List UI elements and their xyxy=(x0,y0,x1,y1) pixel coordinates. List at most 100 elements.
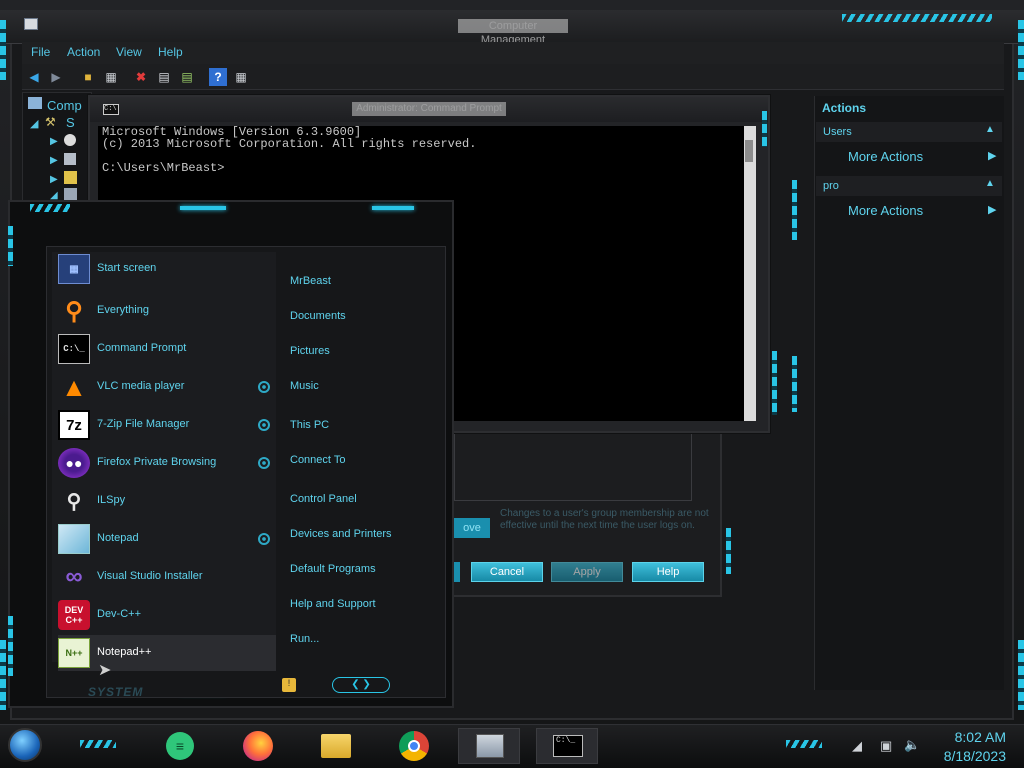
dialog-edge-light xyxy=(726,528,731,574)
start-orb-icon[interactable] xyxy=(8,728,42,762)
event-viewer-icon xyxy=(64,153,76,165)
submenu-arrow-icon[interactable] xyxy=(258,457,270,469)
place-control-panel[interactable]: Control Panel xyxy=(290,493,357,505)
place-connect-to[interactable]: Connect To xyxy=(290,454,345,466)
more-actions-link[interactable]: More Actions xyxy=(848,203,923,218)
network-icon[interactable]: ▣ xyxy=(880,738,892,754)
cmd-edge-light xyxy=(762,111,767,147)
program-label: Notepad xyxy=(97,532,139,544)
submenu-arrow-icon[interactable]: ▶ xyxy=(988,149,996,162)
program-notepadpp[interactable]: N++ Notepad++ xyxy=(58,635,276,671)
cancel-button[interactable]: Cancel xyxy=(471,562,543,582)
program-command-prompt[interactable]: C:\_ Command Prompt xyxy=(58,331,276,367)
program-devcpp[interactable]: DEV C++ Dev-C++ xyxy=(58,597,276,633)
program-firefox-private[interactable]: ●● Firefox Private Browsing xyxy=(58,445,276,481)
shutdown-options-button[interactable]: ❮ ❯ xyxy=(332,677,390,693)
submenu-arrow-icon[interactable] xyxy=(258,533,270,545)
clock-date[interactable]: 8/18/2023 xyxy=(944,748,1006,764)
system-label: SYSTEM xyxy=(88,685,144,699)
place-default-programs[interactable]: Default Programs xyxy=(290,563,376,575)
help-icon[interactable]: ? xyxy=(209,68,227,86)
help-button[interactable]: Help xyxy=(632,562,704,582)
vlc-cone-icon: ▲ xyxy=(61,371,87,402)
volume-icon[interactable]: 🔈 xyxy=(904,737,920,753)
green-notes-icon[interactable]: ≡ xyxy=(163,729,197,763)
program-label: VLC media player xyxy=(97,380,185,392)
export-list-icon[interactable]: ▤ xyxy=(178,68,196,86)
actions-section-title: pro xyxy=(823,180,839,192)
more-actions-link[interactable]: More Actions xyxy=(848,149,923,164)
expand-arrow-icon[interactable]: ▶ xyxy=(50,136,58,147)
back-arrow-icon[interactable]: ◀ xyxy=(25,68,43,86)
shared-folders-icon xyxy=(64,171,77,184)
collapse-up-icon[interactable]: ▲ xyxy=(985,124,995,135)
taskbar-decoration xyxy=(80,740,116,748)
tree-child-label[interactable]: S xyxy=(66,115,75,130)
expand-arrow-icon[interactable]: ▶ xyxy=(50,174,58,185)
actions-section-title: Users xyxy=(823,126,852,138)
file-explorer-icon[interactable] xyxy=(319,729,353,763)
menu-help[interactable]: Help xyxy=(158,45,183,59)
cmd-taskbar-icon[interactable]: C:\_ xyxy=(551,729,585,763)
forward-arrow-icon[interactable]: ▶ xyxy=(47,68,65,86)
collapse-up-icon[interactable]: ▲ xyxy=(985,178,995,189)
program-label: Visual Studio Installer xyxy=(97,570,203,582)
console-tree-icon[interactable]: ▦ xyxy=(102,68,120,86)
program-vlc[interactable]: ▲ VLC media player xyxy=(58,369,276,405)
task-scheduler-icon xyxy=(64,134,76,146)
expand-arrow-icon[interactable]: ▶ xyxy=(50,155,58,166)
place-music[interactable]: Music xyxy=(290,380,319,392)
delete-icon[interactable]: ✖ xyxy=(132,68,150,86)
program-notepad[interactable]: Notepad xyxy=(58,521,276,557)
console-line: (c) 2013 Microsoft Corporation. All righ… xyxy=(102,137,477,151)
place-run[interactable]: Run... xyxy=(290,633,319,645)
program-ilspy[interactable]: ⚲ ILSpy xyxy=(58,483,276,519)
magnifier-icon: ⚲ xyxy=(65,297,83,325)
member-list-box[interactable] xyxy=(454,433,692,501)
menu-file[interactable]: File xyxy=(31,45,50,59)
program-everything[interactable]: ⚲ Everything xyxy=(58,293,276,329)
place-help-support[interactable]: Help and Support xyxy=(290,598,376,610)
submenu-arrow-icon[interactable]: ▶ xyxy=(988,203,996,216)
clock-time[interactable]: 8:02 AM xyxy=(955,729,1006,745)
menu-action[interactable]: Action xyxy=(67,45,100,59)
scrollbar-thumb[interactable] xyxy=(745,140,753,162)
computer-management-icon[interactable] xyxy=(473,729,507,763)
properties-icon[interactable]: ▤ xyxy=(155,68,173,86)
place-this-pc[interactable]: This PC xyxy=(290,419,329,431)
program-7zip[interactable]: 7z 7-Zip File Manager xyxy=(58,407,276,443)
start-menu-edge-light xyxy=(8,226,13,266)
firefox-icon[interactable] xyxy=(241,729,275,763)
start-menu-top-light xyxy=(180,206,226,210)
place-user[interactable]: MrBeast xyxy=(290,275,331,287)
folder-up-icon[interactable]: ■ xyxy=(79,68,97,86)
place-documents[interactable]: Documents xyxy=(290,310,346,322)
firefox-private-icon: ●● xyxy=(58,448,90,478)
app-icon xyxy=(24,18,38,30)
actions-section-pro[interactable] xyxy=(816,176,1002,196)
expand-arrow-icon[interactable]: ◢ xyxy=(30,117,38,130)
submenu-arrow-icon[interactable] xyxy=(258,419,270,431)
place-pictures[interactable]: Pictures xyxy=(290,345,330,357)
start-menu-decoration xyxy=(30,204,70,212)
tree-root-label[interactable]: Comp xyxy=(47,98,82,113)
submenu-arrow-icon[interactable] xyxy=(258,381,270,393)
program-vs-installer[interactable]: ∞ Visual Studio Installer xyxy=(58,559,276,595)
action-pane-icon[interactable]: ▦ xyxy=(232,68,250,86)
place-devices-printers[interactable]: Devices and Printers xyxy=(290,528,392,540)
computer-icon xyxy=(28,97,42,109)
tools-icon: ⚒ xyxy=(45,115,56,129)
cmd-scrollbar[interactable] xyxy=(744,126,756,421)
cmd-title: Administrator: Command Prompt xyxy=(352,102,506,116)
program-label: Start screen xyxy=(97,262,157,274)
apply-button[interactable]: Apply xyxy=(551,562,623,582)
show-hidden-icons-icon[interactable]: ◢ xyxy=(852,738,862,754)
menu-view[interactable]: View xyxy=(116,45,142,59)
remove-button[interactable]: ove xyxy=(454,518,490,538)
program-start-screen[interactable]: ▦ Start screen xyxy=(58,251,276,287)
shutdown-icon[interactable]: ! xyxy=(282,678,296,692)
chrome-icon[interactable] xyxy=(397,729,431,763)
vs-installer-icon: ∞ xyxy=(65,563,83,590)
program-label: Command Prompt xyxy=(97,342,187,354)
7zip-icon: 7z xyxy=(58,410,90,440)
